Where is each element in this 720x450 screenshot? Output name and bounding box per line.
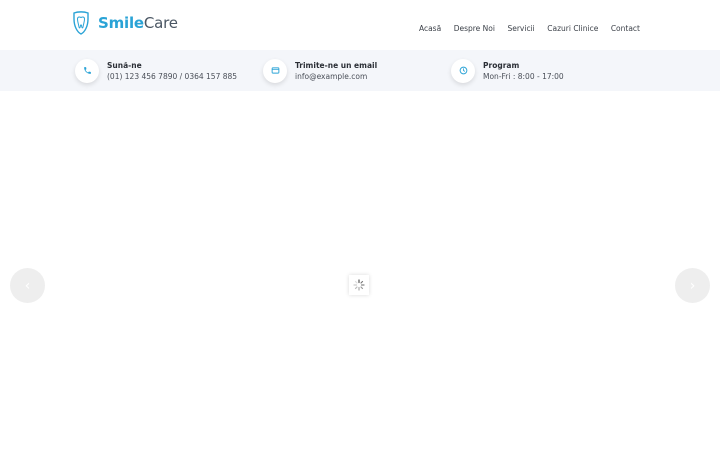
info-phone-value[interactable]: (01) 123 456 7890 / 0364 157 885 bbox=[107, 71, 237, 82]
nav-item-despre-noi[interactable]: Despre Noi bbox=[454, 23, 495, 34]
contact-info-bar: Sună-ne (01) 123 456 7890 / 0364 157 885… bbox=[0, 50, 720, 91]
chevron-right-icon: › bbox=[689, 277, 696, 294]
nav-item-cazuri-clinice[interactable]: Cazuri Clinice bbox=[547, 23, 598, 34]
info-phone: Sună-ne (01) 123 456 7890 / 0364 157 885 bbox=[75, 50, 237, 91]
slider-next-button[interactable]: › bbox=[675, 268, 710, 303]
info-schedule-title: Program bbox=[483, 60, 520, 70]
brand-name-part1: Smile bbox=[98, 14, 144, 32]
logo[interactable]: SmileCare bbox=[71, 11, 178, 35]
info-schedule: Program Mon-Fri : 8:00 - 17:00 bbox=[451, 50, 564, 91]
info-schedule-value: Mon-Fri : 8:00 - 17:00 bbox=[483, 71, 564, 81]
nav-item-contact[interactable]: Contact bbox=[611, 23, 640, 34]
phone-icon bbox=[75, 58, 99, 83]
chevron-left-icon: ‹ bbox=[24, 277, 31, 294]
info-phone-title: Sună-ne bbox=[107, 60, 142, 70]
brand-name-part2: Care bbox=[143, 14, 178, 32]
site-header: SmileCare Acasă Despre Noi Servicii Cazu… bbox=[0, 0, 720, 50]
brand-name: SmileCare bbox=[98, 11, 178, 35]
main-nav: Acasă Despre Noi Servicii Cazuri Clinice… bbox=[406, 23, 640, 34]
clock-icon bbox=[451, 58, 475, 83]
nav-item-acasa[interactable]: Acasă bbox=[419, 23, 441, 34]
hero-slider: ‹ › bbox=[0, 91, 720, 450]
email-icon bbox=[263, 58, 287, 83]
nav-item-servicii[interactable]: Servicii bbox=[507, 23, 534, 34]
slider-prev-button[interactable]: ‹ bbox=[10, 268, 45, 303]
tooth-icon bbox=[71, 11, 91, 35]
info-email: Trimite-ne un email info@example.com bbox=[263, 50, 377, 91]
info-email-value[interactable]: info@example.com bbox=[295, 71, 377, 82]
loading-spinner-icon bbox=[349, 275, 369, 295]
info-email-title: Trimite-ne un email bbox=[295, 60, 378, 70]
